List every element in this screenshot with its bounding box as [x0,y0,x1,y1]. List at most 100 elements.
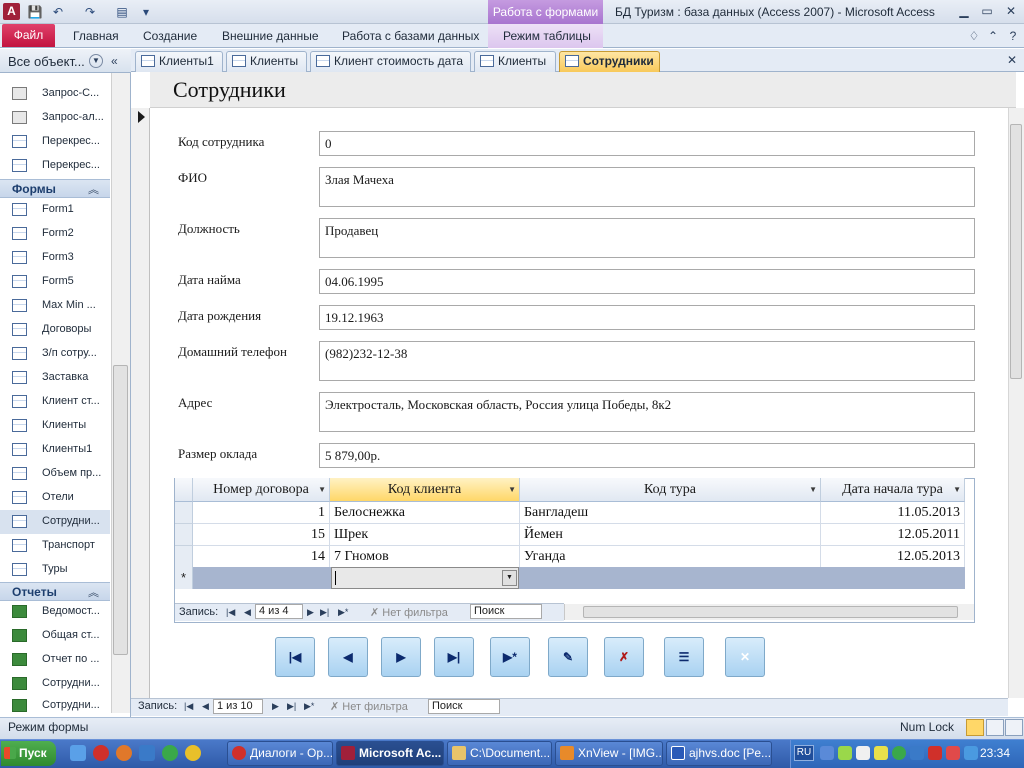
ribbon-expand-icon[interactable]: ⌃ [982,27,1004,45]
record-selector[interactable] [131,108,150,698]
prev-record-icon[interactable]: ◀ [244,607,251,618]
maximize-button[interactable]: ▭ [976,2,998,20]
cell-tour-code[interactable]: Бангладеш [520,502,821,524]
birth-date-field[interactable]: 19.12.1963 [319,305,975,330]
column-header-tour-code[interactable]: Код тура ▼ [520,478,821,502]
cell-contract-number[interactable]: 15 [193,524,330,546]
cell-contract-number[interactable]: 1 [193,502,330,524]
customize-toolbar-icon[interactable]: ▾ [138,4,154,20]
close-window-button[interactable]: ✕ [1000,2,1022,20]
cell-tour-start-date[interactable]: 12.05.2013 [821,546,965,568]
firefox-icon[interactable] [116,745,132,761]
nav-item-query[interactable]: Перекрес... [0,130,110,154]
column-header-tour-start-date[interactable]: Дата начала тура ▼ [821,478,965,502]
taskbar-item-access[interactable]: Microsoft Ac... [336,741,444,766]
tray-app-icon[interactable] [946,746,960,760]
tray-network-icon[interactable] [820,746,834,760]
select-all-corner[interactable] [175,478,193,502]
nav-item-form[interactable]: Клиенты1 [0,438,110,462]
nav-item-form[interactable]: Max Min ... [0,294,110,318]
save-icon[interactable]: 💾 [27,4,43,20]
chevron-down-icon[interactable]: ▼ [502,570,517,586]
nav-dropdown-icon[interactable]: ▼ [89,54,103,68]
language-indicator[interactable]: RU [794,745,814,761]
nav-item-form[interactable]: Отели [0,486,110,510]
taskbar-item-xnview[interactable]: XnView - [IMG... [555,741,663,766]
nav-group-reports[interactable]: Отчеты ︽ [0,582,110,601]
position-field[interactable]: Продавец [319,218,975,258]
cell-tour-code[interactable]: Уганда [520,546,821,568]
chrome-icon[interactable] [185,745,201,761]
prev-record-icon[interactable]: ◀ [202,701,209,712]
nav-item-form-selected[interactable]: Сотрудни... [0,510,110,534]
tray-volume-icon[interactable] [964,746,978,760]
nav-item-form[interactable]: Form3 [0,246,110,270]
cell-contract-number[interactable]: 14 [193,546,330,568]
chevron-down-icon[interactable]: ▼ [318,478,326,502]
nav-item-query[interactable]: Запрос-С... [0,82,110,106]
form-scrollbar-thumb[interactable] [1010,124,1022,379]
nav-item-query[interactable]: Перекрес... [0,154,110,178]
cell-tour-start-date[interactable]: 11.05.2013 [821,502,965,524]
last-record-button[interactable]: ▶| [434,637,474,677]
redo-icon[interactable]: ↷ [82,4,98,20]
new-record-icon[interactable]: ▶* [304,701,314,712]
nav-item-form[interactable]: Form1 [0,198,110,222]
close-form-button[interactable]: ✕ [725,637,765,677]
minimize-button[interactable]: ▁ [953,2,975,20]
tab-home[interactable]: Главная [73,29,119,43]
form-filter-status[interactable]: ✗ Нет фильтра [330,700,408,713]
full-name-field[interactable]: Злая Мачеха [319,167,975,207]
layout-view-icon[interactable] [986,719,1004,736]
tray-app-icon[interactable] [874,746,888,760]
next-record-icon[interactable]: ▶ [272,701,279,712]
taskbar-item-opera[interactable]: Диалоги - Ор... [227,741,333,766]
employee-id-field[interactable]: 0 [319,131,975,156]
tray-app-icon[interactable] [856,746,870,760]
nav-item-form[interactable]: Клиенты [0,414,110,438]
salary-field[interactable]: 5 879,00р. [319,443,975,468]
cell-tour-code[interactable]: Йемен [520,524,821,546]
subform-search-input[interactable]: Поиск [470,604,542,619]
tab-database-tools[interactable]: Работа с базами данных [342,29,479,43]
subform-scroll-thumb[interactable] [583,606,958,618]
close-doc-icon[interactable]: ✕ [1001,51,1023,69]
home-phone-field[interactable]: (982)232-12-38 [319,341,975,381]
tray-icq-icon[interactable] [892,746,906,760]
nav-item-query[interactable]: Запрос-ал... [0,106,110,130]
tray-app-icon[interactable] [910,746,924,760]
icq-icon[interactable] [162,745,178,761]
undo-icon[interactable]: ↶ [50,4,66,20]
nav-item-form[interactable]: Form2 [0,222,110,246]
opera-icon[interactable] [93,745,109,761]
chevron-down-icon[interactable]: ▼ [508,478,516,502]
cell-client-code[interactable]: Шрек [330,524,520,546]
doc-tab-client-cost-date[interactable]: Клиент стоимость дата [310,51,471,72]
tray-app-icon[interactable] [928,746,942,760]
form-view-icon[interactable] [966,719,984,736]
row-selector[interactable] [175,502,193,524]
quick-access-icon[interactable]: ▤ [114,4,130,20]
last-record-icon[interactable]: ▶| [320,607,329,618]
next-record-button[interactable]: ▶ [381,637,421,677]
row-selector[interactable] [175,546,193,568]
nav-item-form[interactable]: Договоры [0,318,110,342]
chevron-down-icon[interactable]: ▼ [809,478,817,502]
nav-pane-title[interactable]: Все объект... [8,54,85,69]
nav-group-forms[interactable]: Формы ︽ [0,179,110,198]
doc-tab-clients-table[interactable]: Клиенты [474,51,556,72]
explorer-icon[interactable] [139,745,155,761]
first-record-icon[interactable]: |◀ [184,701,193,712]
form-record-position[interactable]: 1 из 10 [213,699,263,714]
save-record-button[interactable]: ✎ [548,637,588,677]
taskbar-item-folder[interactable]: C:\Document... [447,741,552,766]
client-code-combo[interactable]: ▼ [331,567,519,589]
tray-app-icon[interactable] [838,746,852,760]
chevron-down-icon[interactable]: ▼ [953,478,961,502]
nav-item-form[interactable]: Клиент ст... [0,390,110,414]
last-record-icon[interactable]: ▶| [287,701,296,712]
form-search-input[interactable]: Поиск [428,699,500,714]
first-record-icon[interactable]: |◀ [226,607,235,618]
file-tab[interactable]: Файл [2,24,55,47]
next-record-icon[interactable]: ▶ [307,607,314,618]
